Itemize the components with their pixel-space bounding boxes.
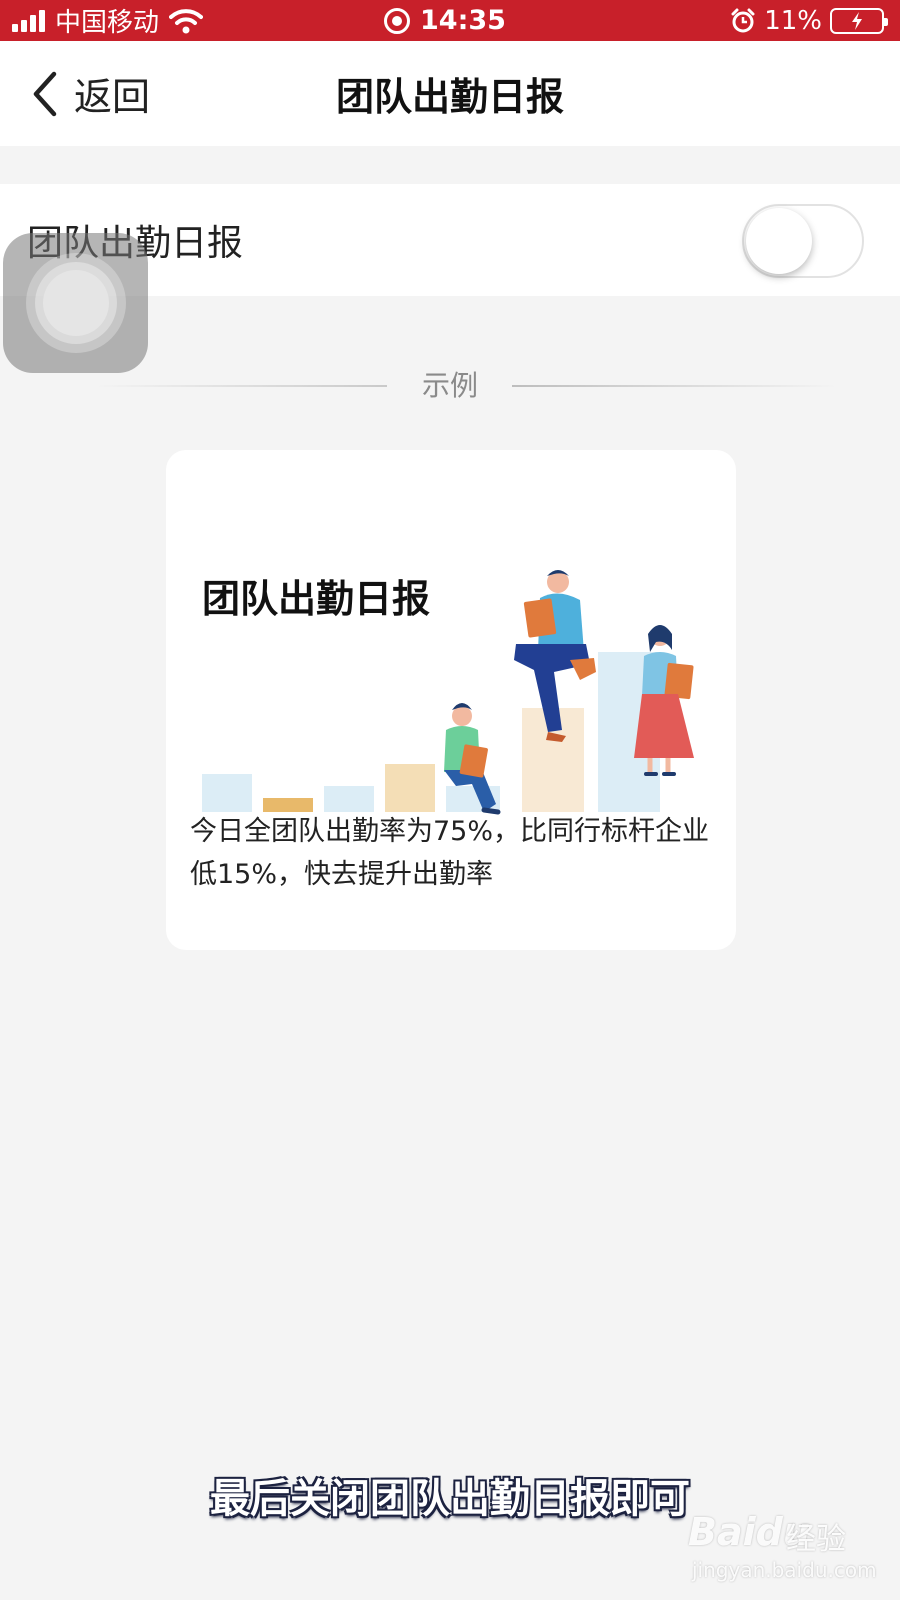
back-button[interactable]: 返回 [30, 41, 150, 146]
screen-record-icon [384, 7, 410, 34]
status-bar: 中国移动 14:35 11% [0, 0, 900, 41]
assistive-touch-button[interactable] [3, 233, 148, 373]
navigation-bar: 返回 团队出勤日报 [0, 41, 900, 146]
battery-charging-icon [830, 7, 888, 34]
status-left: 中国移动 [12, 0, 204, 41]
illustration-bar [324, 786, 374, 812]
chevron-left-icon [33, 71, 57, 116]
card-title: 团队出勤日报 [202, 577, 431, 621]
illustration-bar [202, 774, 252, 812]
divider-line-right [512, 385, 837, 387]
carrier-name: 中国移动 [55, 8, 160, 38]
status-center: 14:35 [384, 0, 506, 41]
example-divider: 示例 [0, 362, 900, 410]
back-label: 返回 [74, 75, 151, 119]
status-time: 14:35 [420, 5, 506, 36]
watermark-sub: 经验 [786, 1522, 846, 1557]
wifi-icon [169, 8, 204, 33]
baidu-watermark: Baidu 经验 jingyan.baidu.com [688, 1500, 888, 1590]
status-right: 11% [730, 0, 888, 41]
signal-icon [12, 9, 45, 32]
person-standing-woman [634, 625, 694, 776]
assistive-ring-inner [34, 262, 117, 344]
example-card: 团队出勤日报 今日全团队出勤率为75%，比同行标杆企业低15%，快去提升出勤率 [166, 450, 736, 950]
card-description: 今日全团队出勤率为75%，比同行标杆企业低15%，快去提升出勤率 [190, 816, 710, 890]
assistive-dot [42, 270, 109, 336]
alarm-icon [731, 8, 755, 32]
battery-percentage: 11% [764, 5, 822, 36]
watermark-url: jingyan.baidu.com [692, 1558, 877, 1582]
illustration-bar [385, 764, 435, 812]
assistive-ring [25, 253, 126, 353]
team-attendance-toggle[interactable] [742, 204, 864, 278]
toggle-knob [746, 208, 812, 274]
